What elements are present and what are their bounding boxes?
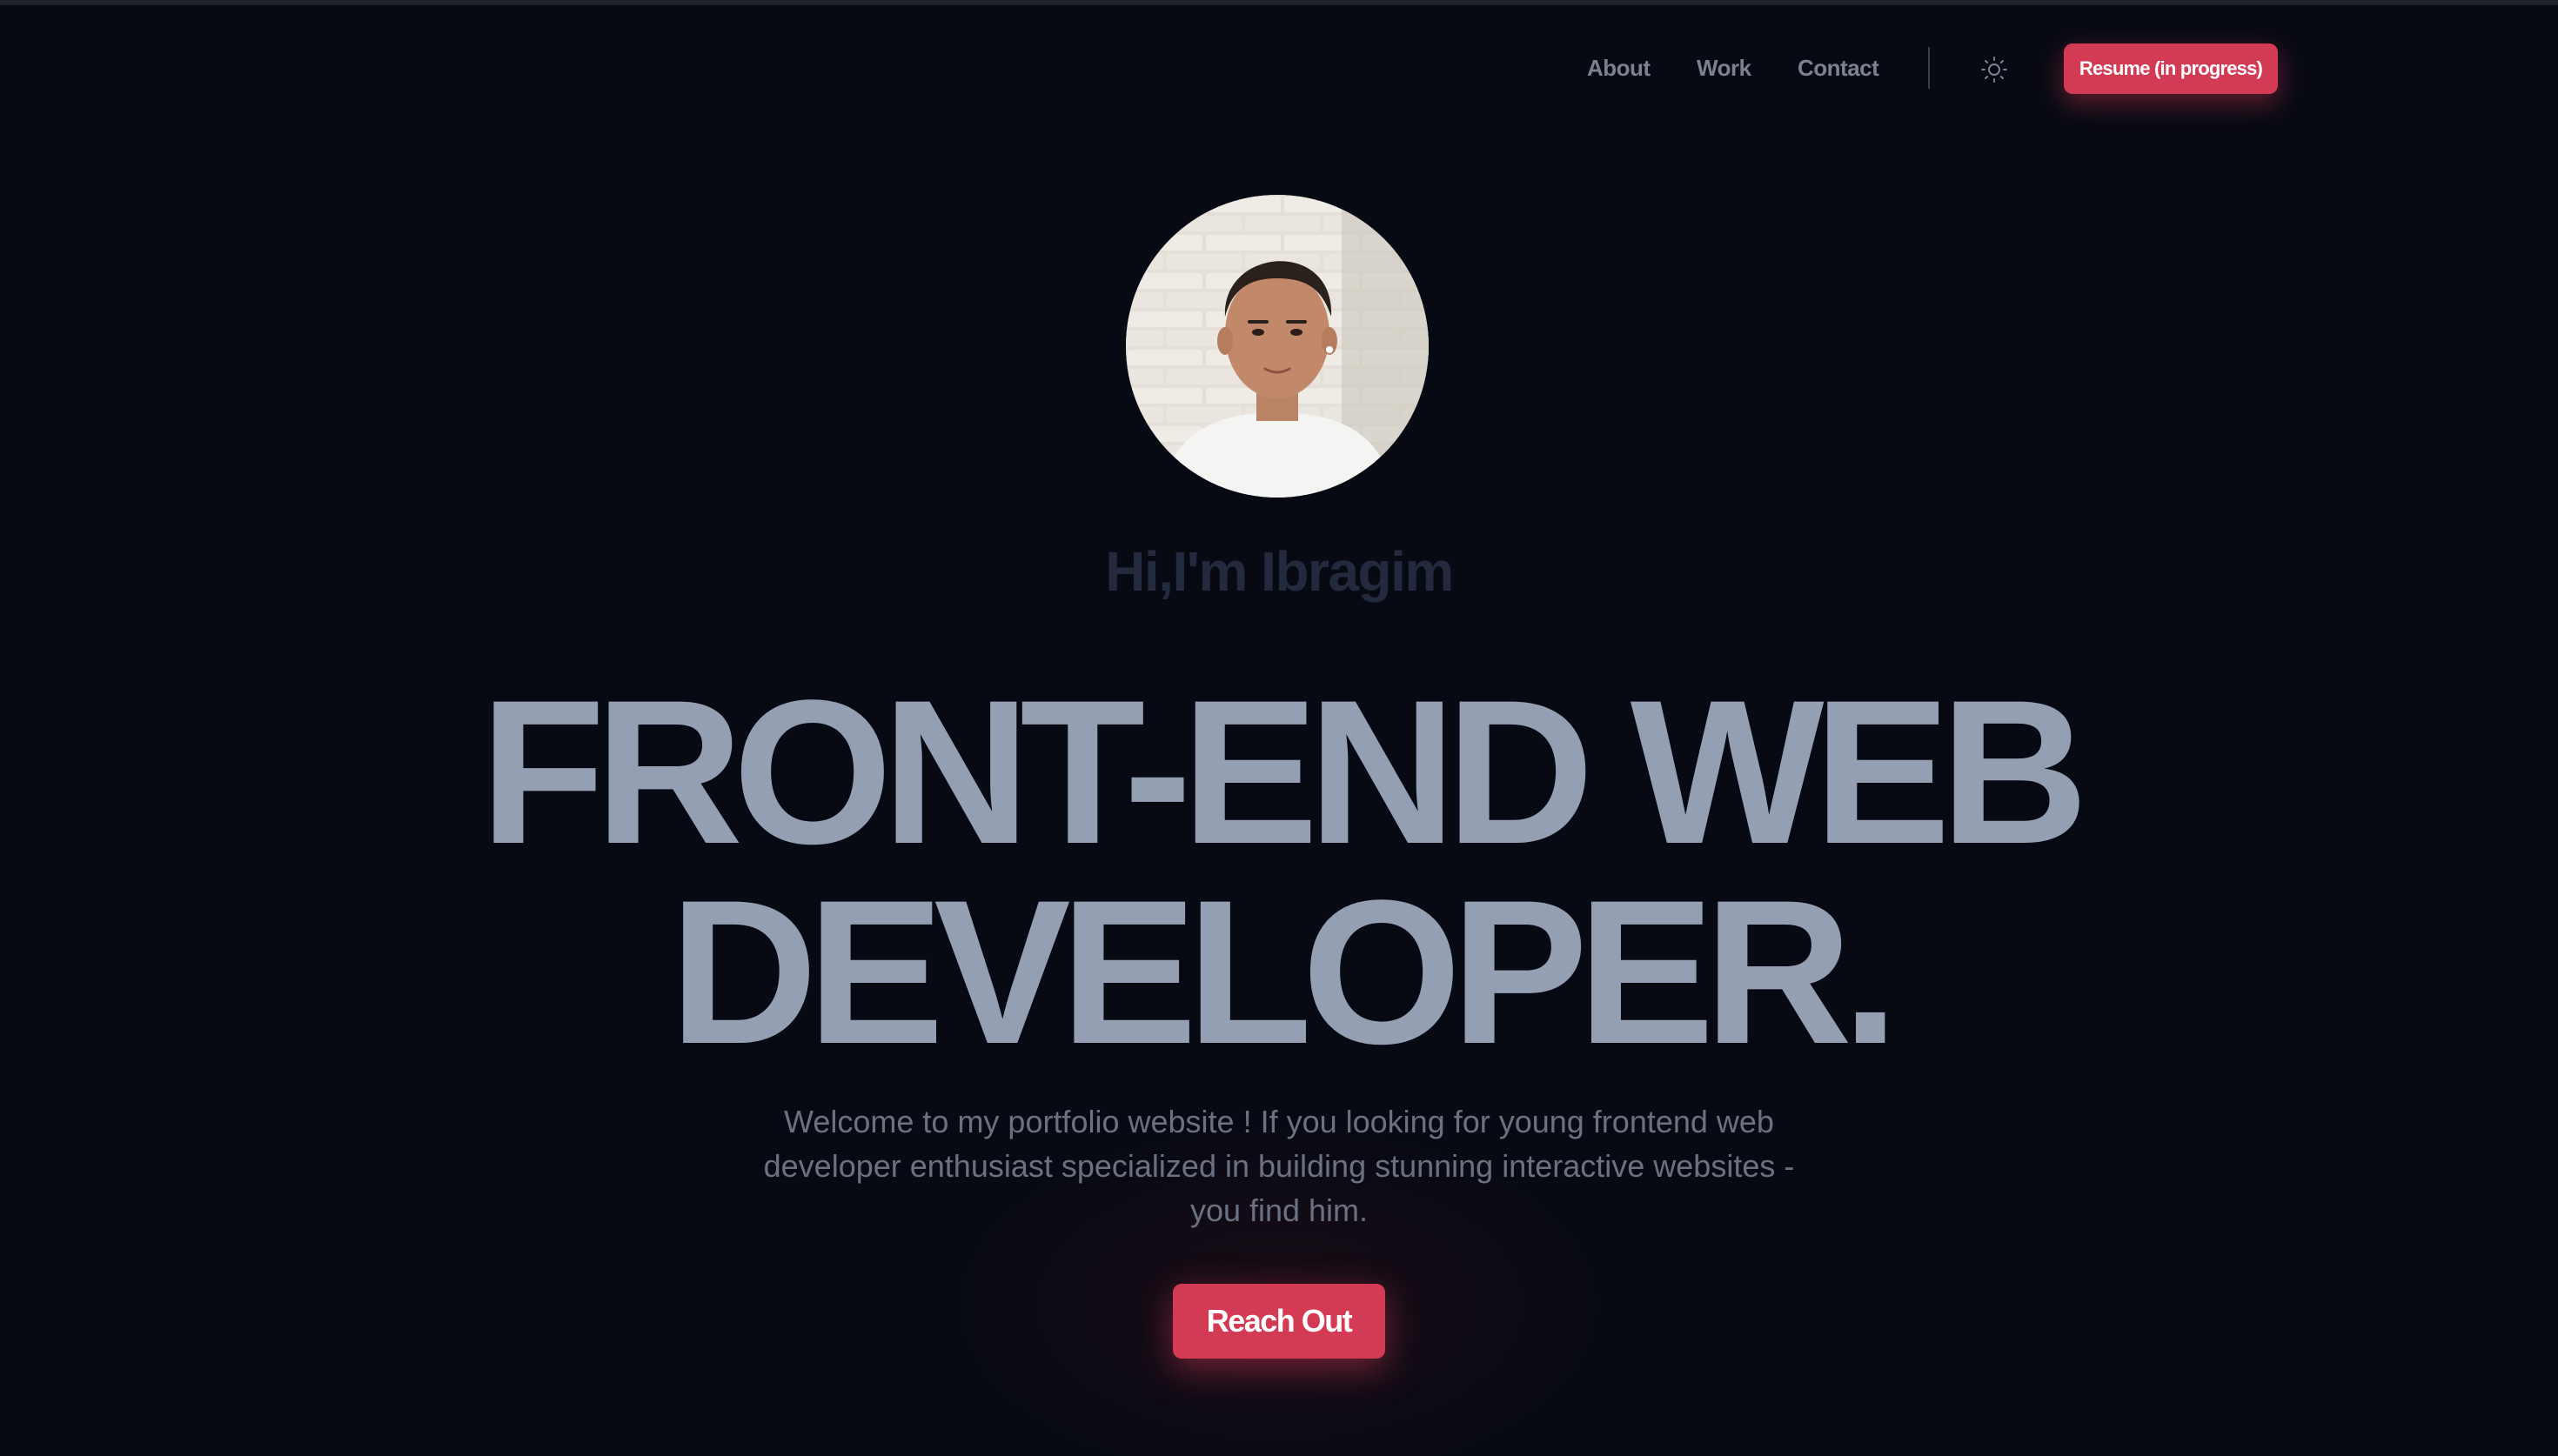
- sun-icon: [1981, 57, 2007, 83]
- page: About Work Contact Resume (in progress): [0, 0, 2558, 1456]
- nav-link-contact[interactable]: Contact: [1798, 55, 1879, 82]
- browser-top-strip: [0, 0, 2558, 5]
- avatar: [1126, 195, 1429, 498]
- greeting-heading: Hi,I'm Ibragim: [1105, 540, 1454, 603]
- resume-button[interactable]: Resume (in progress): [2064, 43, 2278, 94]
- reach-out-button[interactable]: Reach Out: [1173, 1284, 1385, 1359]
- intro-line-1: Welcome to my portfolio website ! If you…: [784, 1104, 1774, 1139]
- headline-line-1: FRONT-END WEB: [479, 658, 2089, 887]
- profile-photo: [1126, 195, 1429, 498]
- intro-line-2: developer enthusiast specialized in buil…: [763, 1148, 1795, 1184]
- headline-line-2: DEVELOPER.: [669, 858, 1898, 1087]
- intro-paragraph: Welcome to my portfolio website ! If you…: [713, 1099, 1845, 1232]
- intro-line-3: you find him.: [1189, 1192, 1369, 1228]
- nav-link-work[interactable]: Work: [1697, 55, 1751, 82]
- nav-divider: [1928, 47, 1930, 89]
- nav-link-about[interactable]: About: [1587, 55, 1651, 82]
- theme-toggle-button[interactable]: [1979, 54, 2010, 85]
